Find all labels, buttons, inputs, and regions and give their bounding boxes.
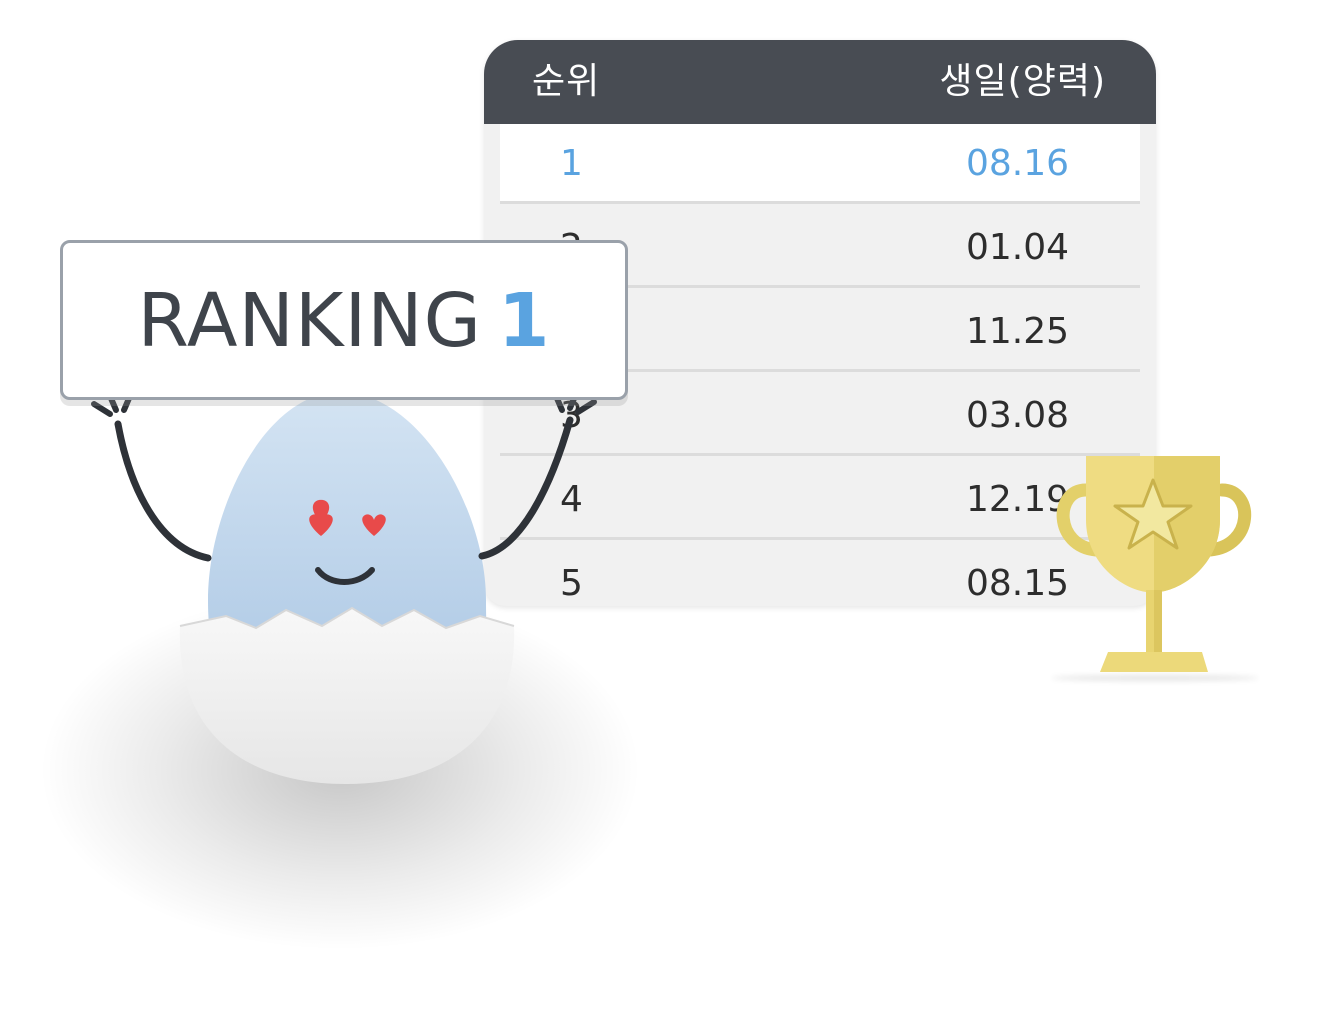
birthday-cell: 01.04 <box>966 227 1070 268</box>
sign-number: 1 <box>497 278 551 364</box>
birthday-column-header: 생일(양력) <box>939 61 1106 102</box>
birthday-cell: 03.08 <box>966 395 1070 436</box>
right-arm <box>478 416 574 560</box>
trophy-base <box>1100 652 1208 672</box>
birthday-cell: 08.16 <box>966 143 1070 184</box>
rank-column-header: 순위 <box>532 61 601 102</box>
left-arm <box>114 420 212 562</box>
row-divider <box>500 201 1140 204</box>
sign-title: RANKING 1 <box>63 279 625 363</box>
rank-cell: 1 <box>560 143 583 184</box>
trophy-icon <box>1051 456 1259 681</box>
ranking-sign: RANKING 1 <box>60 240 628 400</box>
egg-mascot-icon <box>40 391 640 950</box>
trophy-shadow <box>1051 675 1259 681</box>
sign-word: RANKING <box>137 278 482 364</box>
table-header: 순위 생일(양력) <box>484 40 1156 124</box>
birthday-cell: 11.25 <box>966 311 1070 352</box>
table-row: 1 08.16 <box>500 124 1140 204</box>
